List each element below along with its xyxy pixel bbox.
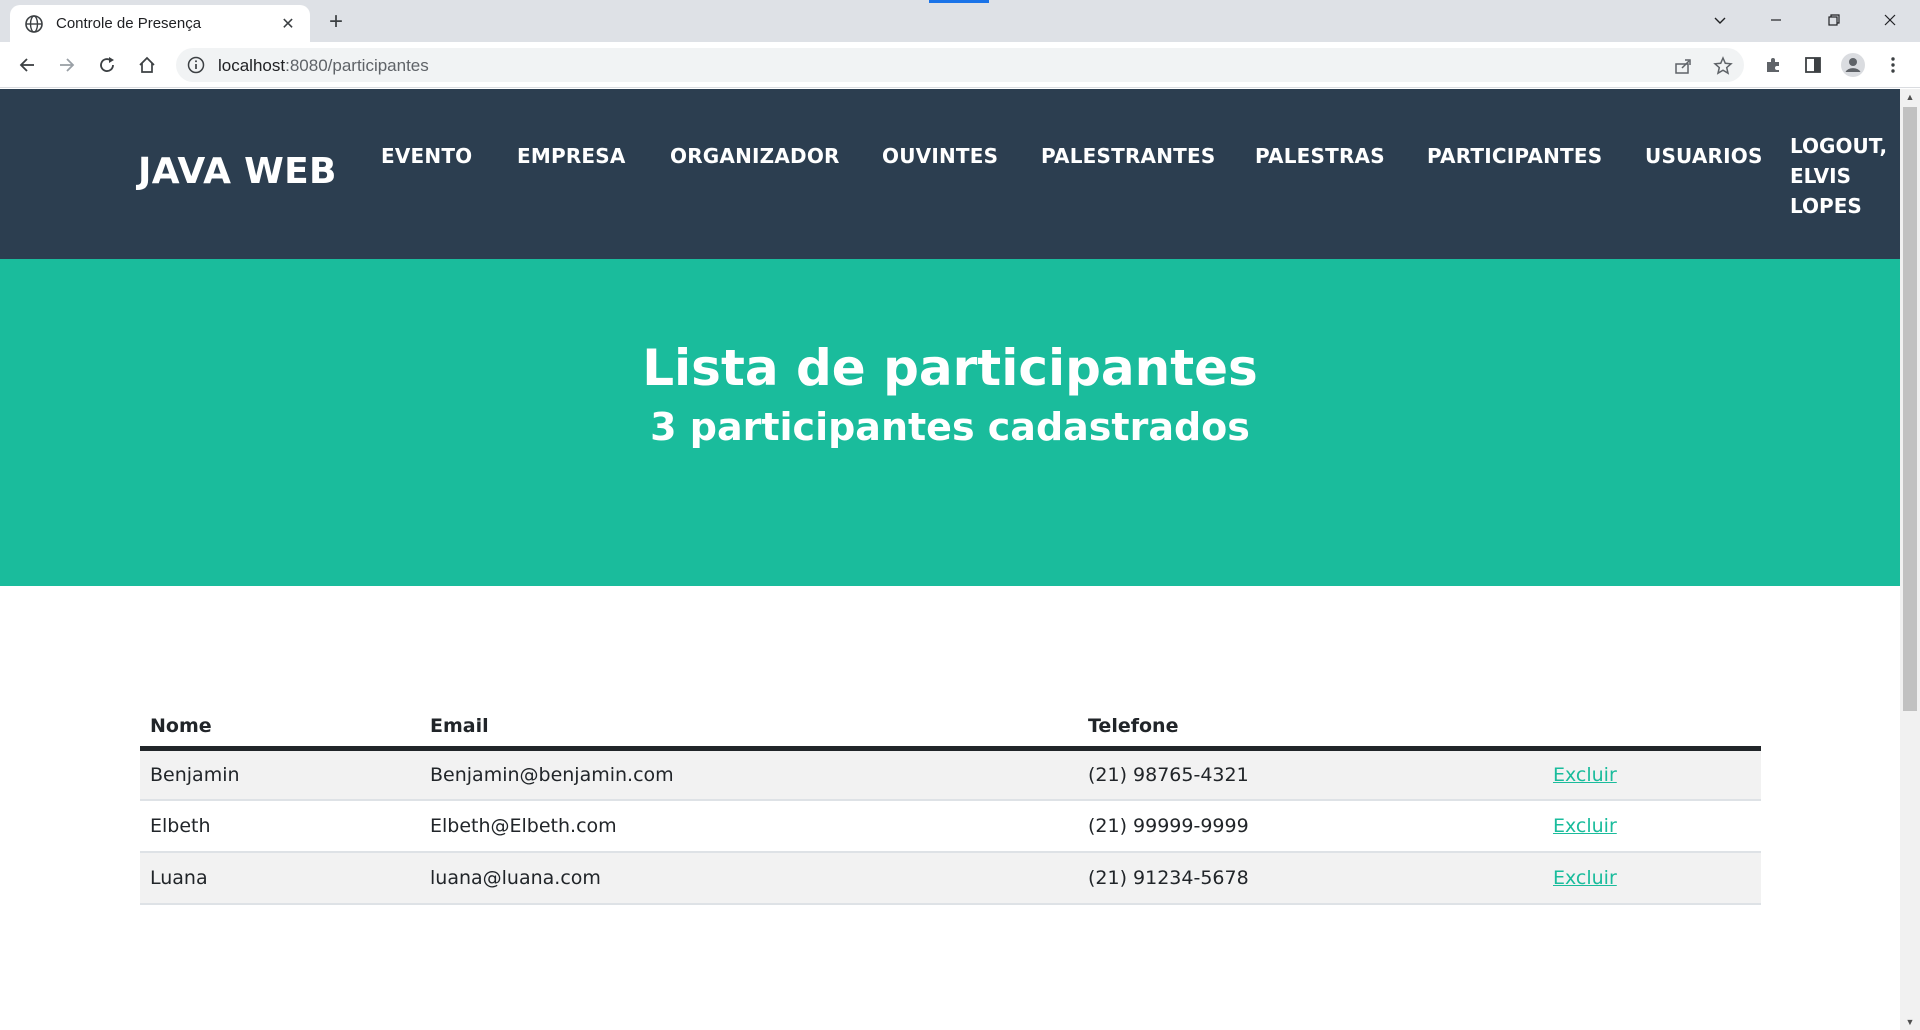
- nav-link-logout[interactable]: LOGOUT, ELVIS LOPES: [1790, 131, 1900, 221]
- globe-icon: [25, 14, 43, 33]
- minimize-icon[interactable]: [1748, 0, 1804, 40]
- cell-nome: Benjamin: [140, 748, 420, 801]
- table-row: Benjamin Benjamin@benjamin.com (21) 9876…: [140, 748, 1761, 801]
- cell-telefone: (21) 91234-5678: [1078, 852, 1543, 905]
- restore-icon[interactable]: [1806, 0, 1862, 40]
- brand-link[interactable]: JAVA WEB: [138, 151, 337, 192]
- column-header-nome: Nome: [140, 707, 420, 751]
- participants-table-container: Nome Email Telefone Benjamin Benjamin@be…: [140, 707, 1761, 905]
- cell-telefone: (21) 99999-9999: [1078, 800, 1543, 853]
- cell-email: luana@luana.com: [420, 852, 1078, 905]
- masthead: Lista de participantes 3 participantes c…: [0, 259, 1900, 586]
- column-header-actions: [1543, 707, 1761, 751]
- cell-action: Excluir: [1543, 852, 1761, 905]
- puzzle-icon[interactable]: [1758, 50, 1788, 80]
- plus-icon[interactable]: +: [322, 8, 350, 36]
- nav-link-organizador[interactable]: ORGANIZADOR: [670, 144, 840, 168]
- site-navbar: JAVA WEB EVENTO EMPRESA ORGANIZADOR OUVI…: [0, 89, 1900, 259]
- cell-nome: Elbeth: [140, 800, 420, 853]
- table-row: Elbeth Elbeth@Elbeth.com (21) 99999-9999…: [140, 800, 1761, 853]
- nav-link-palestras[interactable]: PALESTRAS: [1255, 144, 1385, 168]
- close-icon[interactable]: [1862, 0, 1918, 40]
- side-panel-icon[interactable]: [1798, 50, 1828, 80]
- logout-user-first-name: ELVIS: [1790, 164, 1851, 188]
- browser-tab[interactable]: Controle de Presença ✕: [10, 5, 310, 42]
- cell-telefone: (21) 98765-4321: [1078, 748, 1543, 801]
- page-viewport: JAVA WEB EVENTO EMPRESA ORGANIZADOR OUVI…: [0, 89, 1900, 1030]
- profile-icon[interactable]: [1838, 50, 1868, 80]
- page-scrollbar[interactable]: ▲ ▼: [1900, 89, 1920, 1030]
- cell-nome: Luana: [140, 852, 420, 905]
- column-header-telefone: Telefone: [1078, 707, 1543, 751]
- home-icon[interactable]: [132, 50, 162, 80]
- nav-link-empresa[interactable]: EMPRESA: [517, 144, 626, 168]
- nav-link-evento[interactable]: EVENTO: [381, 144, 472, 168]
- tab-indicator: [929, 0, 989, 3]
- cell-action: Excluir: [1543, 748, 1761, 801]
- table-row: Luana luana@luana.com (21) 91234-5678 Ex…: [140, 852, 1761, 905]
- reload-icon[interactable]: [92, 50, 122, 80]
- delete-link[interactable]: Excluir: [1553, 867, 1617, 889]
- column-header-email: Email: [420, 707, 1078, 751]
- info-icon[interactable]: [186, 55, 206, 75]
- logout-user-last-name: LOPES: [1790, 194, 1862, 218]
- scroll-down-arrow-icon[interactable]: ▼: [1900, 1014, 1920, 1030]
- scrollbar-thumb[interactable]: [1903, 107, 1917, 711]
- scroll-up-arrow-icon[interactable]: ▲: [1900, 89, 1920, 105]
- table-header-row: Nome Email Telefone: [140, 707, 1761, 751]
- cell-email: Elbeth@Elbeth.com: [420, 800, 1078, 853]
- nav-link-ouvintes[interactable]: OUVINTES: [882, 144, 998, 168]
- url-text: localhost:8080/participantes: [218, 56, 429, 76]
- share-icon[interactable]: [1672, 55, 1694, 77]
- url-host: localhost: [218, 56, 286, 75]
- participants-table: Nome Email Telefone Benjamin Benjamin@be…: [140, 707, 1761, 905]
- browser-toolbar: localhost:8080/participantes: [0, 42, 1920, 88]
- url-input[interactable]: localhost:8080/participantes: [176, 48, 1744, 82]
- star-icon[interactable]: [1712, 55, 1734, 77]
- nav-link-palestrantes[interactable]: PALESTRANTES: [1041, 144, 1215, 168]
- logout-line: LOGOUT,: [1790, 134, 1888, 158]
- kebab-menu-icon[interactable]: [1878, 50, 1908, 80]
- page-subtitle: 3 participantes cadastrados: [650, 405, 1250, 449]
- cell-action: Excluir: [1543, 800, 1761, 853]
- cell-email: Benjamin@benjamin.com: [420, 748, 1078, 801]
- browser-tab-strip: Controle de Presença ✕ +: [0, 0, 1920, 42]
- tab-title: Controle de Presença: [56, 15, 202, 32]
- chevron-down-icon[interactable]: [1692, 0, 1748, 40]
- url-path: :8080/participantes: [285, 56, 429, 75]
- page-title: Lista de participantes: [642, 339, 1258, 397]
- back-arrow-icon[interactable]: [12, 50, 42, 80]
- delete-link[interactable]: Excluir: [1553, 764, 1617, 786]
- delete-link[interactable]: Excluir: [1553, 815, 1617, 837]
- close-icon[interactable]: ✕: [278, 14, 298, 34]
- nav-link-usuarios[interactable]: USUARIOS: [1645, 144, 1763, 168]
- forward-arrow-icon[interactable]: [52, 50, 82, 80]
- nav-link-participantes[interactable]: PARTICIPANTES: [1427, 144, 1602, 168]
